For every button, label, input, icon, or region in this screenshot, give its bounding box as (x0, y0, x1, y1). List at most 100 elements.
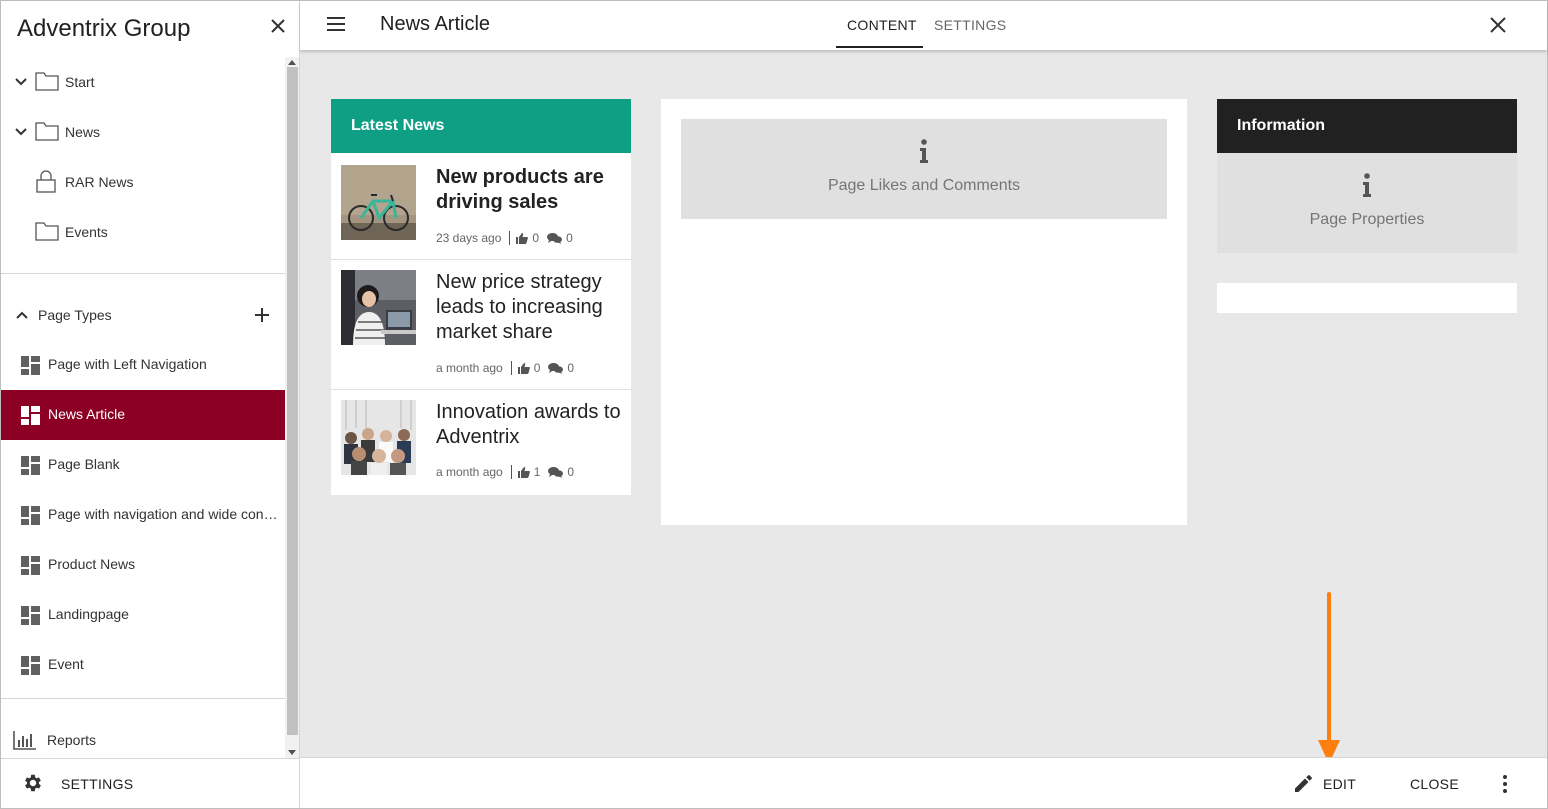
more-vert-icon[interactable] (1500, 774, 1510, 794)
scroll-up-arrow[interactable] (288, 60, 296, 65)
news-item[interactable]: Innovation awards to Adventrix a month a… (331, 390, 631, 495)
tree-item-events[interactable]: Events (1, 207, 285, 257)
page-type-event[interactable]: Event (1, 640, 285, 690)
close-icon[interactable] (267, 15, 289, 37)
dashboard-icon (21, 656, 40, 675)
chevron-up-icon[interactable] (16, 309, 28, 321)
page-types-label: Page Types (38, 307, 112, 323)
scrollbar-thumb[interactable] (287, 67, 298, 735)
news-item-meta: 23 days ago 0 0 (436, 231, 581, 245)
sidebar-scrollbar[interactable] (285, 57, 299, 759)
latest-news-card: Latest News New products are driving sal… (331, 99, 631, 495)
close-button[interactable]: CLOSE (1410, 776, 1459, 792)
tree-item-news[interactable]: News (1, 107, 285, 157)
dashboard-icon (21, 506, 40, 525)
dashboard-icon (21, 406, 40, 425)
edit-button[interactable]: EDIT (1290, 758, 1360, 808)
chevron-down-icon[interactable] (15, 76, 27, 88)
dashboard-icon (21, 606, 40, 625)
latest-news-title: Latest News (351, 117, 445, 134)
page-types-header[interactable]: Page Types (1, 290, 285, 340)
tree-item-label: Start (65, 74, 95, 90)
page-type-label: Event (48, 656, 84, 672)
news-item[interactable]: New products are driving sales 23 days a… (331, 153, 631, 260)
information-card: Information Page Properties (1217, 99, 1517, 253)
page-type-label: Landingpage (48, 606, 129, 622)
sidebar-header: Adventrix Group (1, 1, 299, 57)
thumbs-up-icon[interactable] (517, 466, 530, 478)
page-type-news-article[interactable]: News Article (1, 390, 285, 440)
empty-widget (1217, 283, 1517, 313)
add-icon[interactable] (254, 307, 270, 323)
thumbs-up-icon[interactable] (516, 232, 529, 244)
sidebar-divider (1, 273, 285, 274)
news-item-title[interactable]: Innovation awards to Adventrix (436, 400, 621, 450)
sidebar-divider (1, 698, 285, 699)
dashboard-icon (21, 556, 40, 575)
news-item-time: a month ago (436, 361, 503, 375)
sidebar-title: Adventrix Group (17, 15, 191, 42)
comments-icon[interactable] (548, 466, 564, 478)
bottom-bar: EDIT CLOSE (300, 757, 1547, 808)
page-type-label: Page with Left Navigation (48, 356, 207, 372)
woman-laptop-photo (341, 270, 416, 345)
dashboard-icon (21, 356, 40, 375)
sidebar-settings-button[interactable]: SETTINGS (1, 758, 299, 808)
info-icon (1363, 173, 1371, 197)
news-item-meta: a month ago 1 0 (436, 465, 582, 479)
page-type-page-blank[interactable]: Page Blank (1, 440, 285, 490)
page-type-label: News Article (48, 406, 126, 422)
folder-icon (35, 72, 59, 91)
edit-label: EDIT (1323, 776, 1357, 792)
comments-count: 0 (567, 361, 575, 375)
page-type-page-with-navigation-and-wide-content[interactable]: Page with navigation and wide content (1, 490, 285, 540)
page-type-landingpage[interactable]: Landingpage (1, 590, 285, 640)
scroll-down-arrow[interactable] (288, 750, 296, 755)
lock-icon (36, 170, 56, 193)
chevron-down-icon[interactable] (15, 126, 27, 138)
page-type-label: Page with navigation and wide content (48, 506, 280, 522)
info-icon (920, 139, 928, 163)
comments-count: 0 (566, 231, 573, 245)
news-item[interactable]: New price strategy leads to increasing m… (331, 260, 631, 390)
center-content-card: Page Likes and Comments (661, 99, 1187, 525)
close-icon[interactable] (1489, 16, 1507, 34)
page-type-product-news[interactable]: Product News (1, 540, 285, 590)
folder-icon (35, 222, 59, 241)
tree-item-label: News (65, 124, 101, 140)
dashboard-icon (21, 456, 40, 475)
placeholder-label: Page Properties (1309, 211, 1425, 228)
bar-chart-icon (13, 731, 36, 750)
likes-count: 0 (532, 231, 540, 245)
latest-news-header: Latest News (331, 99, 631, 153)
news-item-meta: a month ago 0 0 (436, 361, 582, 375)
page-likes-comments-placeholder[interactable]: Page Likes and Comments (681, 119, 1167, 219)
news-item-title[interactable]: New products are driving sales (436, 165, 621, 215)
tab-settings[interactable]: SETTINGS (934, 17, 1006, 33)
page-type-page-with-left-navigation[interactable]: Page with Left Navigation (1, 340, 285, 390)
audience-photo (341, 400, 416, 475)
comments-icon[interactable] (548, 362, 564, 374)
tree-item-rar-news[interactable]: RAR News (1, 157, 285, 207)
thumbs-up-icon[interactable] (517, 362, 530, 374)
tab-content[interactable]: CONTENT (847, 17, 917, 33)
news-item-time: 23 days ago (436, 231, 502, 245)
page-properties-placeholder[interactable]: Page Properties (1217, 153, 1517, 253)
sidebar-scroll-area: Start News RAR News Events Page Types Pa… (1, 57, 285, 759)
menu-icon[interactable] (327, 17, 347, 33)
tree-item-label: RAR News (65, 174, 134, 190)
likes-count: 1 (533, 465, 541, 479)
comments-count: 0 (567, 465, 575, 479)
settings-label: SETTINGS (61, 776, 134, 792)
page-type-label: Page Blank (48, 456, 120, 472)
news-item-title[interactable]: New price strategy leads to increasing m… (436, 270, 621, 345)
sidebar-item-reports[interactable]: Reports (1, 715, 285, 759)
top-bar: News Article CONTENT SETTINGS (300, 1, 1547, 50)
reports-label: Reports (47, 732, 97, 748)
tree-item-start[interactable]: Start (1, 57, 285, 107)
annotation-arrow (1327, 592, 1331, 742)
main-content: Latest News New products are driving sal… (300, 50, 1547, 764)
comments-icon[interactable] (547, 232, 563, 244)
page-title: News Article (380, 13, 491, 35)
bicycle-photo (341, 165, 416, 240)
